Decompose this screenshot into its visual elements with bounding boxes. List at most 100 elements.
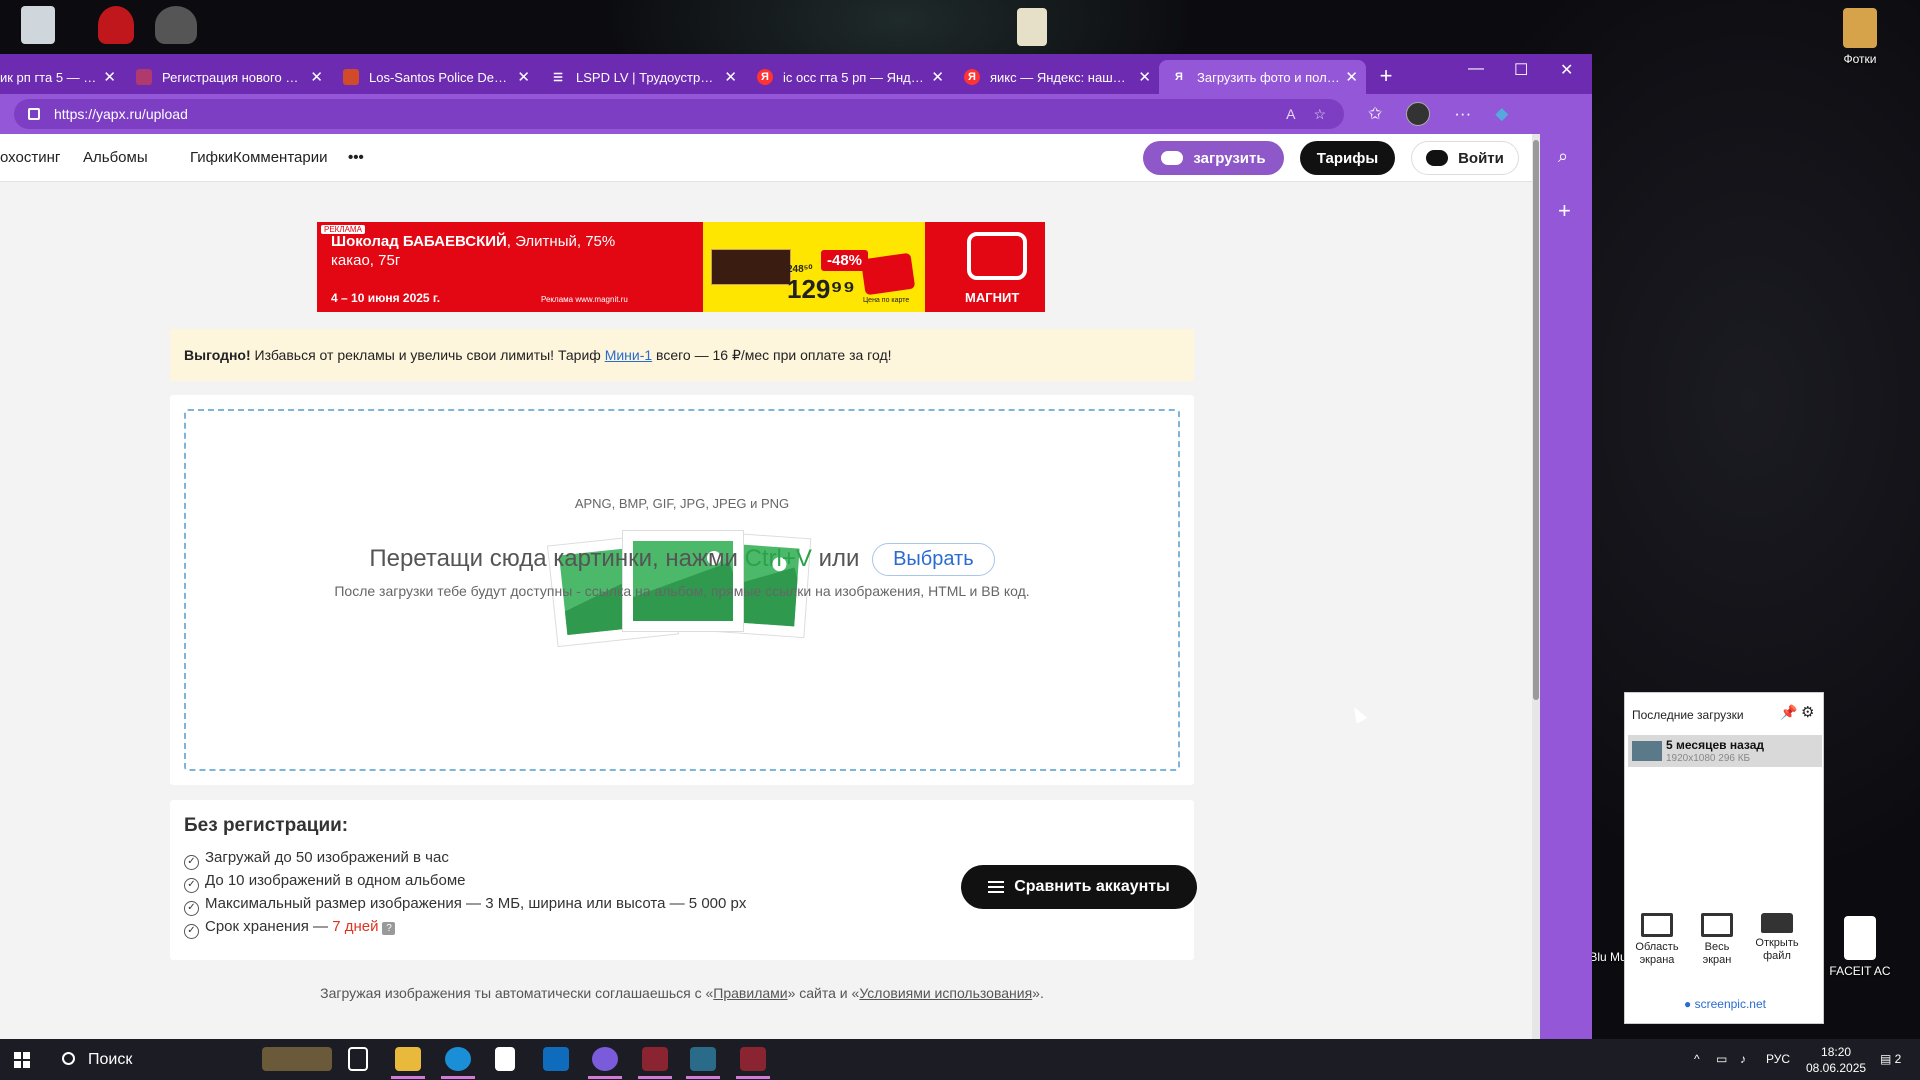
help-icon[interactable]: ?	[382, 922, 396, 935]
magnit-logo	[967, 232, 1027, 280]
close-icon[interactable]: ✕	[517, 68, 530, 86]
clock[interactable]: 18:20 08.06.2025	[1806, 1044, 1866, 1076]
close-window-button[interactable]: ✕	[1560, 60, 1573, 80]
no-registration-title: Без регистрации:	[184, 815, 349, 836]
capture-fullscreen-button[interactable]: Весь экран	[1689, 913, 1745, 967]
maximize-button[interactable]: ☐	[1514, 60, 1528, 80]
task-view-icon[interactable]	[348, 1047, 368, 1071]
file-explorer-icon[interactable]	[391, 1047, 425, 1079]
tab-title: іс осс гта 5 рп — Яндекс: н	[783, 69, 926, 85]
notepad-icon[interactable]	[495, 1047, 515, 1071]
close-icon[interactable]: ✕	[103, 68, 116, 86]
edge-icon[interactable]	[441, 1047, 475, 1079]
terms-link[interactable]: Условиями использования	[859, 985, 1032, 1001]
tab-2[interactable]: Регистрация нового аккау ✕	[124, 60, 331, 94]
promo-text-2: всего — 16 ₽/мес при оплате за год!	[652, 347, 892, 363]
compare-accounts-button[interactable]: Сравнить аккаунты	[961, 865, 1197, 909]
close-icon[interactable]: ✕	[931, 68, 944, 86]
recent-upload-item[interactable]: 5 месяцев назад 1920x1080 296 КБ	[1628, 735, 1822, 767]
page-viewport: охостинг Альбомы Гифки Комментарии ••• з…	[0, 134, 1532, 1039]
nav-more[interactable]: •••	[348, 149, 364, 166]
browser-window: ик рп гта 5 — Янд ✕ Регистрация нового ак…	[0, 54, 1592, 1039]
desktop-folder-fotki[interactable]: Фотки	[1818, 8, 1902, 66]
close-icon[interactable]: ✕	[310, 68, 323, 86]
tab-4[interactable]: ☰ LSPD LV | Трудоустройство ✕	[538, 60, 745, 94]
close-icon[interactable]: ✕	[724, 68, 737, 86]
scrollbar-thumb[interactable]	[1533, 140, 1539, 700]
tab-title: Los-Santos Police Departm	[369, 69, 512, 85]
taskbar-search[interactable]: Поиск	[54, 1039, 132, 1080]
network-icon[interactable]: ▭	[1716, 1039, 1727, 1080]
favorite-star-icon[interactable]: ☆	[1313, 106, 1326, 123]
discord-icon[interactable]	[588, 1047, 622, 1079]
add-icon[interactable]: +	[1558, 198, 1571, 224]
pin-icon[interactable]: 📌	[1780, 704, 1797, 721]
language-indicator[interactable]: РУС	[1766, 1039, 1790, 1080]
nav-albums[interactable]: Альбомы	[83, 149, 148, 166]
upload-label: загрузить	[1193, 149, 1266, 167]
read-aloud-icon[interactable]: A	[1286, 106, 1295, 122]
screenpic-link[interactable]: ● screenpic.net	[1625, 997, 1825, 1011]
search-icon[interactable]: ⌕	[1558, 146, 1568, 167]
ad-banner[interactable]: РЕКЛАМА Шоколад БАБАЕВСКИЙ, Элитный, 75%…	[317, 222, 1045, 312]
new-tab-button[interactable]: +	[1366, 60, 1406, 94]
tab-title: Регистрация нового аккау	[162, 69, 305, 85]
check-icon: ✓	[184, 901, 199, 916]
ad-site: Реклама www.magnit.ru	[541, 295, 628, 304]
game-helmet-icon[interactable]	[134, 6, 218, 48]
promo-tariff-link[interactable]: Мини-1	[605, 347, 652, 363]
lock-icon	[28, 108, 40, 120]
notifications-icon[interactable]: ▤ 2	[1880, 1039, 1901, 1080]
recycle-bin-icon[interactable]	[0, 6, 80, 48]
yapx-icon: Я	[1175, 71, 1183, 83]
start-button[interactable]	[14, 1052, 30, 1068]
ad-price: 129⁹⁹	[787, 274, 856, 304]
more-menu-icon[interactable]: ···	[1454, 104, 1471, 124]
chevron-up-icon[interactable]: ^	[1694, 1039, 1700, 1080]
nav-comments[interactable]: Комментарии	[233, 149, 327, 166]
minimize-button[interactable]: —	[1468, 60, 1484, 78]
file-icon[interactable]	[990, 8, 1074, 50]
address-bar[interactable]: https://yapx.ru/upload A ☆	[14, 99, 1344, 129]
url-text: https://yapx.ru/upload	[54, 106, 188, 122]
tab-7-active[interactable]: Я Загрузить фото и получит ✕	[1159, 60, 1366, 94]
yandex-icon: Я	[964, 69, 980, 85]
tab-6[interactable]: Яяикс — Яндекс: нашлось 4 ✕	[952, 60, 1159, 94]
copilot-icon[interactable]: ◆	[1495, 104, 1508, 124]
upload-thumbnail	[1632, 741, 1662, 761]
ad-dates: 4 – 10 июня 2025 г.	[331, 291, 441, 305]
gear-icon[interactable]: ⚙	[1801, 703, 1814, 721]
tab-1[interactable]: ик рп гта 5 — Янд ✕	[0, 60, 124, 94]
tab-3[interactable]: Los-Santos Police Departm ✕	[331, 60, 538, 94]
close-icon[interactable]: ✕	[1345, 68, 1358, 86]
outlook-icon[interactable]	[543, 1047, 569, 1071]
tab-5[interactable]: Яіс осс гта 5 рп — Яндекс: н ✕	[745, 60, 952, 94]
nav-gifs[interactable]: Гифки	[190, 149, 233, 166]
volume-icon[interactable]: ♪	[1740, 1039, 1746, 1080]
rules-link[interactable]: Правилами	[713, 985, 787, 1001]
profile-avatar[interactable]	[1406, 102, 1431, 126]
recent-uploads-title: Последние загрузки	[1632, 708, 1744, 722]
game-app-icon[interactable]	[638, 1047, 672, 1079]
open-file-button[interactable]: Открыть файл	[1749, 913, 1805, 963]
favorites-icon[interactable]: ✩	[1368, 104, 1382, 124]
nav-hosting[interactable]: охостинг	[0, 149, 60, 166]
upload-button[interactable]: загрузить	[1143, 141, 1284, 175]
choose-file-button[interactable]: Выбрать	[872, 543, 995, 576]
login-button[interactable]: Войти	[1411, 141, 1519, 175]
window-app-icon[interactable]	[686, 1047, 720, 1079]
promo-bold: Выгодно!	[184, 347, 251, 363]
capture-area-button[interactable]: Область экрана	[1629, 913, 1685, 967]
search-highlight-image[interactable]	[262, 1047, 332, 1071]
list-item: ✓ До 10 изображений в одном альбоме	[184, 872, 466, 893]
promo-banner: Выгодно! Избавься от рекламы и увеличь с…	[170, 329, 1194, 381]
search-icon	[62, 1052, 75, 1065]
check-icon: ✓	[184, 855, 199, 870]
page-scrollbar[interactable]	[1532, 134, 1540, 1039]
address-bar-row: https://yapx.ru/upload A ☆ ✩ ··· ◆	[0, 94, 1592, 134]
tariffs-button[interactable]: Тарифы	[1300, 141, 1395, 175]
monitor-icon	[1701, 913, 1733, 937]
game-app-icon-2[interactable]	[736, 1047, 770, 1079]
desktop-file-faceit[interactable]: FACEIT AC	[1818, 916, 1902, 978]
close-icon[interactable]: ✕	[1138, 68, 1151, 86]
